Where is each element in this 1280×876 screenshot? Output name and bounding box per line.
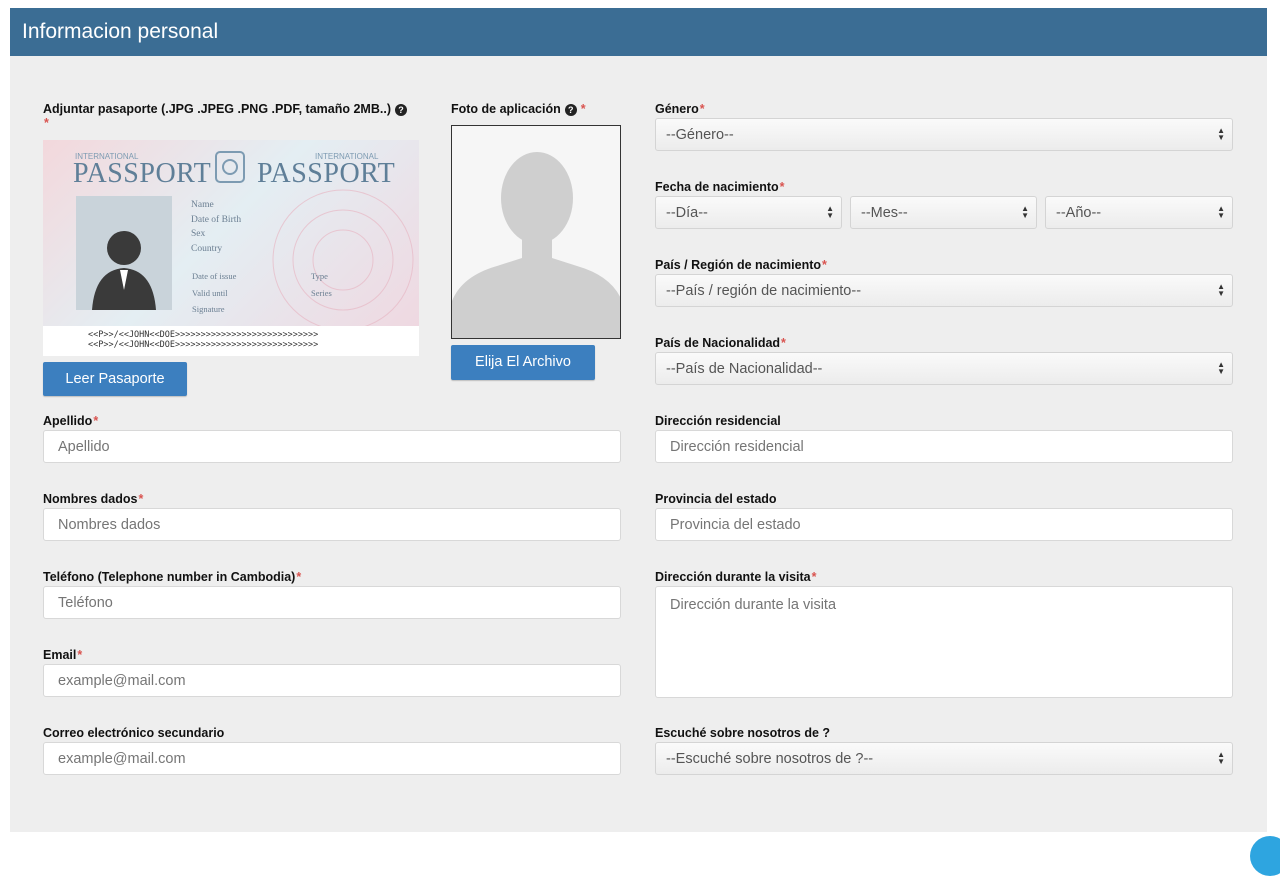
passport-field-valid: Valid until	[192, 287, 228, 298]
pais-nacimiento-select[interactable]: --País / región de nacimiento-- ▲ ▼	[655, 274, 1233, 307]
required-mark: *	[296, 570, 302, 584]
read-passport-button[interactable]: Leer Pasaporte	[43, 362, 187, 396]
genero-label-text: Género	[655, 102, 699, 116]
required-mark: *	[822, 258, 827, 272]
direccion-visita-textarea[interactable]	[655, 586, 1233, 698]
required-mark: *	[77, 648, 83, 662]
escuche-select[interactable]: --Escuché sobre nosotros de ?-- ▲ ▼	[655, 742, 1233, 775]
dia-select[interactable]: --Día-- ▲ ▼	[655, 196, 842, 229]
secondary-email-input[interactable]	[43, 742, 621, 775]
nacionalidad-label-text: País de Nacionalidad	[655, 336, 781, 350]
pais-nacimiento-select-value: --País / región de nacimiento--	[666, 283, 862, 299]
passport-fields: Name Date of Birth Sex Country	[191, 198, 241, 256]
apellido-label-text: Apellido	[43, 414, 93, 428]
passport-fields-3: Type Series	[311, 268, 332, 301]
passport-field-signature: Signature	[192, 304, 225, 314]
select-arrows-icon: ▲ ▼	[1021, 204, 1029, 220]
passport-field-country: Country	[191, 243, 223, 254]
mes-select-value: --Mes--	[861, 205, 908, 221]
escuche-label: Escuché sobre nosotros de ?	[655, 726, 831, 740]
photo-upload-label: Foto de aplicación? *	[451, 102, 586, 116]
required-mark: *	[811, 570, 817, 584]
required-mark: *	[699, 102, 705, 116]
select-arrows-icon: ▲ ▼	[1217, 360, 1225, 376]
nacimiento-label: Fecha de nacimiento*	[655, 180, 785, 194]
select-arrows-icon: ▲ ▼	[826, 204, 834, 220]
required-mark: *	[93, 414, 99, 428]
apellido-label: Apellido*	[43, 414, 98, 428]
apellido-input[interactable]	[43, 430, 621, 463]
mrz-line-1: <<P>>/<<JOHN<<DOE>>>>>>>>>>>>>>>>>>>>>>>…	[88, 330, 319, 340]
genero-select-value: --Género--	[666, 127, 734, 143]
nacionalidad-label: País de Nacionalidad*	[655, 336, 786, 350]
telefono-input[interactable]	[43, 586, 621, 619]
nombres-label-text: Nombres dados	[43, 492, 138, 506]
required-mark: *	[779, 180, 785, 194]
choose-file-button[interactable]: Elija El Archivo	[451, 345, 595, 380]
passport-brand-left: PASSPORT	[73, 158, 212, 189]
required-mark: *	[781, 336, 786, 350]
dia-select-value: --Día--	[666, 205, 708, 221]
passport-required-mark: *	[43, 116, 49, 130]
passport-field-sex: Sex	[191, 229, 206, 239]
passport-fields-2: Date of issue Valid until Signature	[192, 268, 236, 318]
telefono-label-text: Teléfono (Telephone number in Cambodia)	[43, 570, 296, 584]
nacionalidad-select[interactable]: --País de Nacionalidad-- ▲ ▼	[655, 352, 1233, 385]
nacionalidad-select-value: --País de Nacionalidad--	[666, 361, 823, 377]
direccion-input[interactable]	[655, 430, 1233, 463]
passport-brand-right: PASSPORT	[257, 158, 396, 189]
passport-upload-label-text: Adjuntar pasaporte (.JPG .JPEG .PNG .PDF…	[43, 102, 391, 116]
genero-label: Género*	[655, 102, 705, 116]
select-arrows-icon: ▲ ▼	[1217, 750, 1225, 766]
passport-field-series: Series	[311, 287, 332, 298]
passport-sample-image: INTERNATIONAL PASSPORT INTERNATIONAL PAS…	[43, 140, 419, 356]
telefono-label: Teléfono (Telephone number in Cambodia)*	[43, 570, 301, 584]
passport-upload-label: Adjuntar pasaporte (.JPG .JPEG .PNG .PDF…	[43, 102, 407, 116]
anio-select-value: --Año--	[1056, 205, 1102, 221]
pais-nacimiento-label: País / Región de nacimiento*	[655, 258, 827, 272]
direccion-visita-label-text: Dirección durante la visita	[655, 570, 811, 584]
help-icon[interactable]: ?	[394, 104, 407, 116]
nacimiento-label-text: Fecha de nacimiento	[655, 180, 779, 194]
email-input[interactable]	[43, 664, 621, 697]
photo-placeholder	[451, 125, 621, 339]
required-mark: *	[580, 102, 586, 116]
person-silhouette-icon	[452, 152, 620, 338]
nombres-input[interactable]	[43, 508, 621, 541]
mes-select[interactable]: --Mes-- ▲ ▼	[850, 196, 1037, 229]
select-arrows-icon: ▲ ▼	[1217, 126, 1225, 142]
genero-select[interactable]: --Género-- ▲ ▼	[655, 118, 1233, 151]
email2-label: Correo electrónico secundario	[43, 726, 225, 740]
email-label-text: Email	[43, 648, 77, 662]
passport-mrz: <<P>>/<<JOHN<<DOE>>>>>>>>>>>>>>>>>>>>>>>…	[43, 326, 419, 356]
anio-select[interactable]: --Año-- ▲ ▼	[1045, 196, 1233, 229]
direccion-visita-label: Dirección durante la visita*	[655, 570, 816, 584]
pais-nacimiento-label-text: País / Región de nacimiento	[655, 258, 822, 272]
help-icon[interactable]: ?	[564, 104, 577, 116]
mrz-line-2: <<P>>/<<JOHN<<DOE>>>>>>>>>>>>>>>>>>>>>>>…	[88, 340, 319, 350]
passport-field-issue: Date of issue	[192, 271, 237, 281]
required-mark: *	[138, 492, 144, 506]
direccion-label: Dirección residencial	[655, 414, 781, 428]
provincia-input[interactable]	[655, 508, 1233, 541]
passport-field-dob: Date of Birth	[191, 214, 242, 225]
photo-upload-label-text: Foto de aplicación	[451, 102, 561, 116]
panel-title: Informacion personal	[10, 8, 1267, 56]
personal-info-panel: Informacion personal Adjuntar pasaporte …	[10, 8, 1267, 832]
email-label: Email*	[43, 648, 82, 662]
required-mark: *	[44, 116, 49, 130]
chat-widget-button[interactable]	[1250, 836, 1280, 876]
passport-field-name: Name	[191, 200, 214, 210]
nombres-label: Nombres dados*	[43, 492, 143, 506]
escuche-select-value: --Escuché sobre nosotros de ?--	[666, 751, 874, 767]
passport-field-type: Type	[311, 271, 328, 281]
provincia-label: Provincia del estado	[655, 492, 777, 506]
select-arrows-icon: ▲ ▼	[1217, 204, 1225, 220]
select-arrows-icon: ▲ ▼	[1217, 282, 1225, 298]
